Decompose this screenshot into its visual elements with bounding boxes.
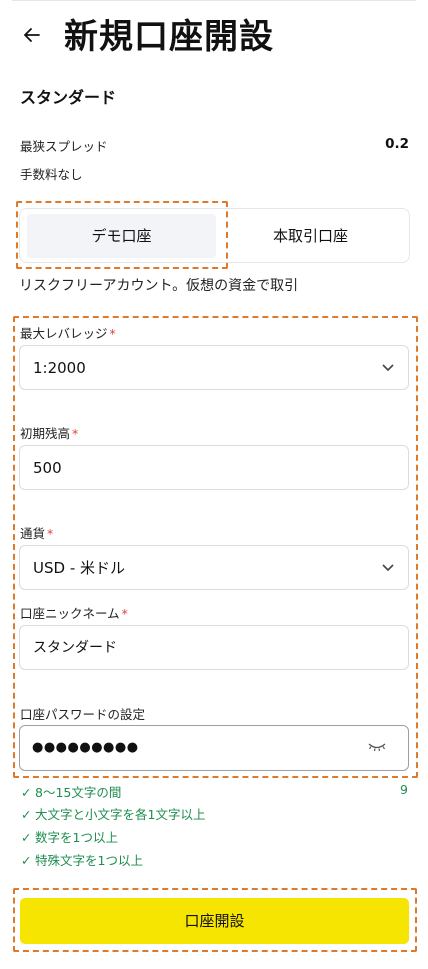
- nickname-label: 口座ニックネーム *: [20, 606, 128, 621]
- header: 新規口座開設: [0, 8, 428, 64]
- password-label: 口座パスワードの設定: [20, 707, 146, 722]
- check-icon: ✓: [21, 830, 32, 845]
- fee-label: 手数料なし: [20, 167, 83, 182]
- chevron-down-icon: [382, 546, 394, 591]
- balance-label: 初期残高 *: [20, 426, 79, 441]
- chevron-down-icon: [382, 346, 394, 391]
- required-mark: *: [72, 426, 79, 441]
- password-rule: ✓ 大文字と小文字を各1文字以上: [21, 807, 206, 822]
- password-rule: ✓ 特殊文字を1つ以上: [21, 853, 143, 868]
- demo-description: リスクフリーアカウント。仮想の資金で取引: [19, 278, 299, 294]
- required-mark: *: [109, 326, 116, 341]
- currency-value: USD - 米ドル: [33, 559, 125, 577]
- balance-input[interactable]: 500: [19, 445, 409, 490]
- plan-name: スタンダード: [20, 88, 117, 107]
- password-input[interactable]: ●●●●●●●●●: [19, 725, 409, 771]
- back-button[interactable]: [24, 22, 52, 48]
- password-value: ●●●●●●●●●: [32, 740, 139, 755]
- leverage-select[interactable]: 1:2000: [19, 345, 409, 390]
- demo-account-tab[interactable]: デモ口座: [27, 214, 216, 258]
- required-mark: *: [47, 526, 54, 541]
- account-type-toggle: デモ口座 本取引口座: [19, 208, 410, 263]
- nickname-input[interactable]: スタンダード: [19, 625, 409, 670]
- open-account-button[interactable]: 口座開設: [20, 898, 409, 944]
- spread-value: 0.2: [385, 136, 409, 152]
- top-border: [12, 0, 416, 1]
- leverage-label: 最大レバレッジ *: [20, 326, 116, 341]
- nickname-value: スタンダード: [33, 640, 117, 656]
- password-length-count: 9: [400, 782, 408, 797]
- password-rule: ✓ 数字を1つ以上: [21, 830, 118, 845]
- real-account-tab[interactable]: 本取引口座: [218, 214, 403, 258]
- page-title: 新規口座開設: [64, 17, 274, 57]
- arrow-left-icon: [24, 28, 40, 42]
- balance-value: 500: [33, 459, 62, 477]
- password-rule: ✓ 8～15文字の間: [21, 785, 122, 800]
- leverage-value: 1:2000: [33, 359, 86, 377]
- required-mark: *: [121, 606, 128, 621]
- currency-select[interactable]: USD - 米ドル: [19, 545, 409, 590]
- check-icon: ✓: [21, 807, 32, 822]
- currency-label: 通貨 *: [20, 526, 54, 541]
- check-icon: ✓: [21, 853, 32, 868]
- spread-label: 最狭スプレッド: [20, 139, 108, 154]
- eye-closed-icon[interactable]: [368, 742, 386, 752]
- check-icon: ✓: [21, 785, 32, 800]
